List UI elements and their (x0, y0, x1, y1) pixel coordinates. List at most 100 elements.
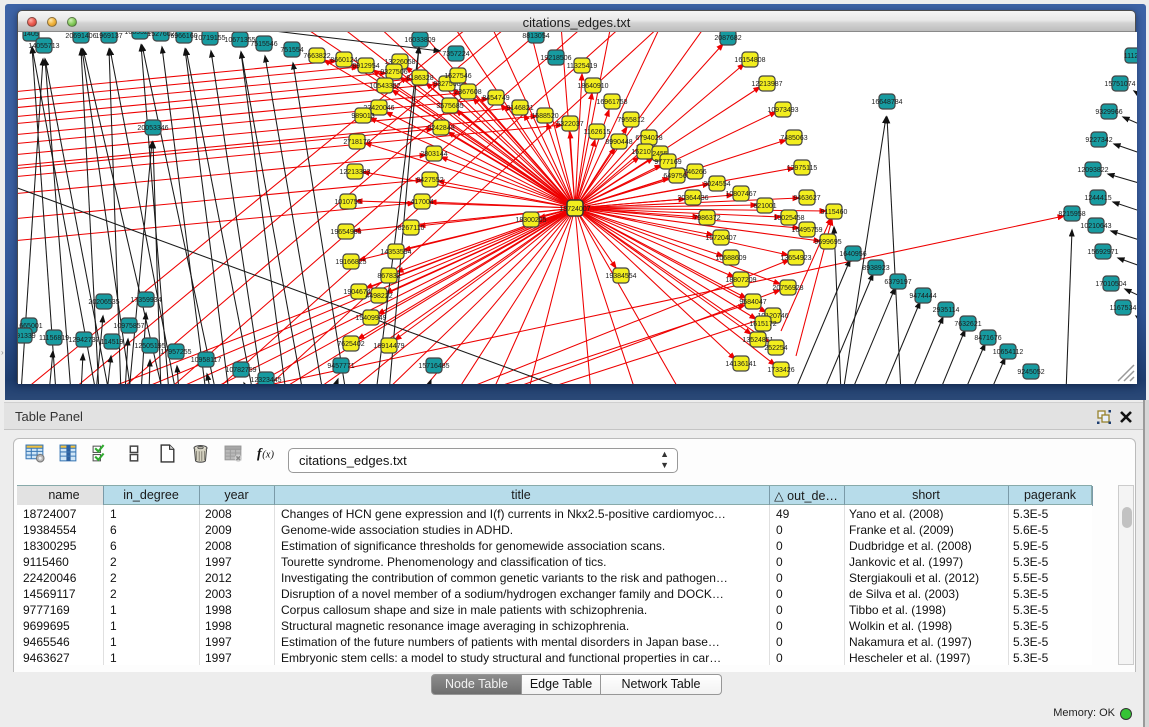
svg-text:12213987: 12213987 (751, 81, 782, 88)
svg-text:16033809: 16033809 (404, 37, 435, 44)
svg-text:10210643: 10210643 (1080, 223, 1111, 230)
svg-text:10782759: 10782759 (225, 367, 256, 374)
svg-text:9777169: 9777169 (654, 159, 681, 166)
svg-text:10543382: 10543382 (369, 83, 400, 90)
svg-text:12942737: 12942737 (68, 337, 99, 344)
svg-text:16154808: 16154808 (734, 57, 765, 64)
svg-text:15692971: 15692971 (1087, 249, 1118, 256)
svg-text:20364436: 20364436 (677, 195, 708, 202)
svg-text:9245052: 9245052 (1017, 369, 1044, 376)
svg-text:11125: 11125 (1124, 53, 1137, 60)
svg-text:18640910: 18640910 (577, 83, 608, 90)
svg-text:12323445: 12323445 (250, 377, 281, 384)
svg-text:8938923: 8938923 (862, 265, 889, 272)
svg-text:17957255: 17957255 (160, 349, 191, 356)
svg-text:20756928: 20756928 (772, 285, 803, 292)
svg-text:17359934: 17359934 (130, 297, 161, 304)
svg-text:252254: 252254 (764, 345, 787, 352)
svg-text:2935114: 2935114 (933, 307, 960, 314)
svg-text:19654985: 19654985 (330, 229, 361, 236)
svg-text:18724007: 18724007 (559, 206, 590, 213)
svg-text:8471676: 8471676 (974, 335, 1001, 342)
svg-text:19384554: 19384554 (605, 273, 636, 280)
svg-text:867832: 867832 (377, 273, 400, 280)
svg-text:2803144: 2803144 (420, 151, 447, 158)
svg-text:15720407: 15720407 (705, 235, 736, 242)
svg-text:15751074: 15751074 (1104, 81, 1135, 88)
svg-text:1527546: 1527546 (444, 73, 471, 80)
svg-text:8813054: 8813054 (522, 33, 549, 40)
svg-text:7357224: 7357224 (442, 51, 469, 58)
svg-text:1167534: 1167534 (1110, 305, 1137, 312)
svg-text:9227342: 9227342 (1085, 137, 1112, 144)
svg-text:13654923: 13654923 (780, 255, 811, 262)
svg-text:18807209: 18807209 (725, 277, 756, 284)
svg-text:991339: 991339 (18, 333, 36, 340)
svg-text:1733426: 1733426 (767, 367, 794, 374)
svg-text:10807467: 10807467 (725, 191, 756, 198)
svg-text:12213383: 12213383 (339, 169, 370, 176)
svg-text:8186328: 8186328 (406, 75, 433, 82)
svg-text:19166825: 19166825 (335, 259, 366, 266)
svg-text:14055713: 14055713 (28, 43, 59, 50)
svg-text:14136141: 14136141 (725, 361, 756, 368)
svg-text:7955812: 7955812 (617, 117, 644, 124)
svg-text:18300295: 18300295 (515, 217, 546, 224)
svg-text:10975857: 10975857 (113, 323, 144, 330)
svg-text:751554: 751554 (280, 47, 303, 54)
svg-text:16648784: 16648784 (871, 99, 902, 106)
svg-text:7986372: 7986372 (693, 215, 720, 222)
svg-text:9684047: 9684047 (739, 299, 766, 306)
svg-text:9146821: 9146821 (506, 105, 533, 112)
svg-text:11156819: 11156819 (39, 335, 69, 342)
svg-text:2367608: 2367608 (454, 89, 481, 96)
svg-text:1162615: 1162615 (584, 129, 611, 136)
svg-text:9457771: 9457771 (327, 363, 354, 370)
svg-text:7663822: 7663822 (303, 53, 330, 60)
svg-text:2718176: 2718176 (343, 139, 370, 146)
svg-text:4498222: 4498222 (365, 293, 392, 300)
svg-text:10025458: 10025458 (773, 215, 804, 222)
svg-text:114519: 114519 (101, 339, 124, 346)
svg-text:989013: 989013 (351, 113, 374, 120)
svg-text:9474444: 9474444 (909, 293, 936, 300)
svg-text:1969137: 1969137 (95, 33, 122, 40)
svg-text:20053346: 20053346 (137, 125, 168, 132)
svg-text:15409949: 15409949 (355, 315, 386, 322)
svg-text:8427552: 8427552 (416, 177, 443, 184)
svg-text:16495759: 16495759 (791, 227, 822, 234)
svg-text:2087682: 2087682 (714, 35, 741, 42)
svg-text:10973493: 10973493 (767, 107, 798, 114)
svg-text:6379197: 6379197 (884, 279, 911, 286)
svg-text:14353594: 14353594 (380, 249, 411, 256)
svg-text:3024554: 3024554 (703, 181, 730, 188)
svg-text:19218506: 19218506 (540, 55, 571, 62)
svg-text:7515546: 7515546 (250, 41, 277, 48)
svg-text:12975115: 12975115 (787, 165, 818, 172)
svg-text:16961758: 16961758 (596, 99, 627, 106)
svg-text:20206535: 20206535 (88, 299, 119, 306)
svg-text:10719155: 10719155 (194, 35, 225, 42)
svg-text:7625402: 7625402 (337, 341, 364, 348)
svg-text:1640956: 1640956 (839, 251, 866, 258)
svg-text:7485063: 7485063 (780, 135, 807, 142)
svg-text:621001: 621001 (753, 203, 776, 210)
svg-text:8215958: 8215958 (1058, 211, 1085, 218)
svg-text:20691406: 20691406 (65, 33, 96, 40)
svg-text:10654112: 10654112 (993, 349, 1024, 356)
svg-text:1244415: 1244415 (1084, 195, 1111, 202)
svg-text:1405: 1405 (23, 32, 39, 38)
svg-text:7632621: 7632621 (954, 321, 981, 328)
svg-text:9115460: 9115460 (821, 209, 848, 216)
svg-text:16914479: 16914479 (373, 343, 404, 350)
svg-text:1615172: 1615172 (749, 321, 776, 328)
svg-text:10688609: 10688609 (715, 255, 746, 262)
svg-text:3675685: 3675685 (436, 103, 463, 110)
svg-text:5322037: 5322037 (556, 121, 583, 128)
svg-text:746266: 746266 (683, 169, 706, 176)
svg-text:8454749: 8454749 (482, 95, 509, 102)
svg-text:9327506: 9327506 (380, 69, 407, 76)
svg-text:9329966: 9329966 (1095, 109, 1122, 116)
svg-text:(x): (x) (262, 450, 274, 461)
svg-text:9463627: 9463627 (793, 195, 820, 202)
